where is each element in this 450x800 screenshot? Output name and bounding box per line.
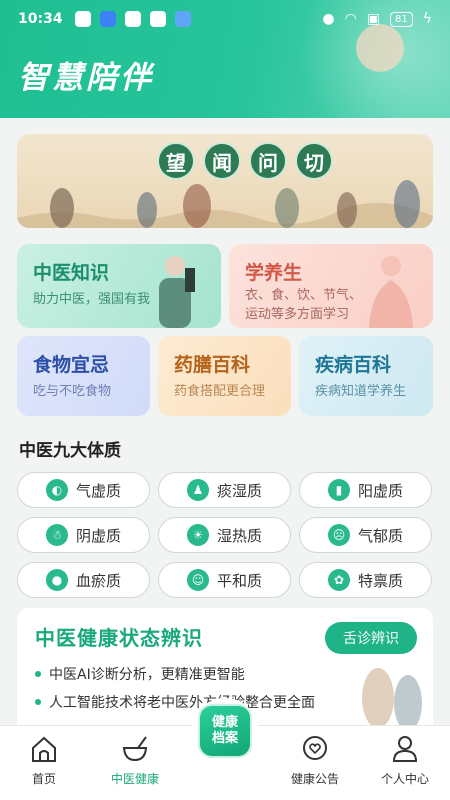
point-text: 中医AI诊断分析，更精准更智能 [49, 667, 245, 683]
constitution-chip-qixu[interactable]: ◐ 气虚质 [17, 472, 150, 508]
constitution-chip-shire[interactable]: ☀ 湿热质 [158, 517, 291, 553]
card-title: 药膳百科 [174, 354, 251, 376]
constitution-chip-qiyu[interactable]: ☹ 气郁质 [299, 517, 432, 553]
status-bar: 10:34 ● ◠ ▣ 81 ϟ [0, 0, 450, 38]
figure-icon: ☃ [45, 524, 68, 546]
shield-icon [74, 11, 91, 27]
doctor-figure [159, 256, 195, 328]
section-title-constitution: 中医九大体质 [19, 441, 121, 461]
signal-icon: ▣ [366, 11, 381, 27]
nav-label: 中医健康 [110, 772, 159, 786]
constitution-chip-tebing[interactable]: ✿ 特禀质 [299, 562, 432, 598]
chip-label: 平和质 [216, 571, 262, 590]
nav-label: 首页 [31, 772, 56, 786]
weibo-icon [149, 11, 166, 27]
weather-icon [174, 11, 191, 27]
card-title: 食物宜忌 [33, 354, 110, 376]
constitution-chip-tanshi[interactable]: ♟ 痰湿质 [158, 472, 291, 508]
banner-char: 切 [295, 142, 333, 180]
meditation-figure [369, 256, 413, 328]
location-icon: ● [322, 11, 335, 27]
charging-icon: ϟ [422, 11, 432, 27]
constitution-chip-yangxu[interactable]: ▮ 阳虚质 [299, 472, 432, 508]
card-title: 学养生 [245, 262, 303, 284]
bracket-icon: ▮ [327, 479, 350, 501]
chip-label: 痰湿质 [216, 481, 262, 500]
flower-icon: ✿ [327, 569, 350, 591]
card-tcm-knowledge[interactable]: 中医知识 助力中医，强国有我 [17, 244, 221, 328]
chip-label: 气虚质 [75, 481, 121, 500]
chip-label: 阴虚质 [75, 526, 121, 545]
mortar-icon [122, 736, 148, 762]
nav-home[interactable]: 首页 [9, 734, 79, 787]
card-title: 疾病百科 [315, 354, 392, 376]
banner-image[interactable]: 望 闻 问 切 [17, 134, 433, 228]
chip-label: 特禀质 [357, 571, 403, 590]
home-icon [32, 736, 56, 762]
nav-health-record[interactable]: 健康 档案 [192, 698, 258, 768]
paw-icon [124, 11, 141, 27]
nav-center-label: 健康 [211, 715, 238, 730]
card-subtitle: 药食搭配更合理 [174, 384, 266, 399]
banner-title: 望 闻 问 切 [157, 142, 333, 180]
list-item: 中医AI诊断分析，更精准更智能 [35, 664, 315, 684]
list-item: 人工智能技术将老中医外方经验整合更全面 [35, 692, 315, 712]
card-subtitle: 吃与不吃食物 [33, 384, 112, 399]
card-subtitle: 衣、食、饮、节气、 运动等多方面学习 [245, 286, 362, 324]
nav-label: 健康公告 [290, 772, 339, 786]
card-medicinal-diet[interactable]: 药膳百科 药食搭配更合理 [158, 336, 291, 416]
card-subtitle-line: 运动等多方面学习 [245, 307, 350, 322]
qi-icon: ◐ [45, 479, 68, 501]
system-icons: ● ◠ ▣ 81 ϟ [322, 11, 432, 27]
main-content[interactable]: 望 闻 问 切 中医知识 助力中医，强国有我 学养生 衣、食、饮、节气、 运动等… [0, 118, 450, 725]
card-food-taboo[interactable]: 食物宜忌 吃与不吃食物 [17, 336, 150, 416]
chip-label: 血瘀质 [75, 571, 121, 590]
health-record-button[interactable]: 健康 档案 [198, 704, 252, 758]
constitution-chip-pinghe[interactable]: ☺ 平和质 [158, 562, 291, 598]
sun-icon: ☀ [186, 524, 209, 546]
status-time: 10:34 [18, 11, 63, 27]
heart-chat-icon [303, 736, 327, 760]
card-health-learning[interactable]: 学养生 衣、食、饮、节气、 运动等多方面学习 [229, 244, 433, 328]
bullet-dot [35, 699, 41, 705]
person-icon: ♟ [186, 479, 209, 501]
card-subtitle: 助力中医，强国有我 [33, 292, 151, 307]
diagnosis-illustration [362, 668, 422, 725]
chip-label: 湿热质 [216, 526, 262, 545]
wifi-icon: ◠ [344, 11, 357, 27]
app-header: 10:34 ● ◠ ▣ 81 ϟ 智慧陪伴 [0, 0, 450, 118]
constitution-chip-xueyu[interactable]: ● 血瘀质 [17, 562, 150, 598]
card-title: 中医知识 [33, 262, 110, 284]
tongue-diagnosis-button[interactable]: 舌诊辨识 [325, 622, 417, 654]
banner-figures [17, 180, 433, 228]
diagnosis-title: 中医健康状态辨识 [35, 626, 203, 650]
banner-char: 望 [157, 142, 195, 180]
battery-indicator: 81 [390, 11, 413, 27]
diagnosis-points: 中医AI诊断分析，更精准更智能 人工智能技术将老中医外方经验整合更全面 [35, 664, 315, 720]
chip-label: 气郁质 [357, 526, 403, 545]
app-icon [99, 11, 116, 27]
nav-label: 个人中心 [380, 772, 429, 786]
bullet-dot [35, 671, 41, 677]
nav-tcm-health[interactable]: 中医健康 [100, 734, 170, 787]
notification-icons [74, 11, 191, 27]
constitution-chip-yinxu[interactable]: ☃ 阴虚质 [17, 517, 150, 553]
drop-icon: ● [45, 569, 68, 591]
user-icon [392, 736, 418, 762]
chip-label: 阳虚质 [357, 481, 403, 500]
nav-profile[interactable]: 个人中心 [370, 734, 440, 787]
constitution-grid: ◐ 气虚质 ♟ 痰湿质 ▮ 阳虚质 ☃ 阴虚质 ☀ 湿热质 ☹ 气郁质 ● 血瘀… [17, 472, 433, 598]
banner-char: 闻 [203, 142, 241, 180]
app-title: 智慧陪伴 [18, 60, 154, 96]
nav-health-notice[interactable]: 健康公告 [280, 734, 350, 787]
card-subtitle: 疾病知道学养生 [315, 384, 407, 399]
card-subtitle-line: 衣、食、饮、节气、 [245, 288, 363, 303]
banner-char: 问 [249, 142, 287, 180]
card-disease-encyclopedia[interactable]: 疾病百科 疾病知道学养生 [299, 336, 433, 416]
point-text: 人工智能技术将老中医外方经验整合更全面 [49, 695, 315, 711]
face-icon: ☹ [327, 524, 350, 546]
bottom-navigation: 首页 中医健康 健康 档案 健康公告 个人中心 [0, 698, 450, 800]
nav-center-label: 档案 [211, 731, 238, 746]
smile-icon: ☺ [186, 569, 209, 591]
